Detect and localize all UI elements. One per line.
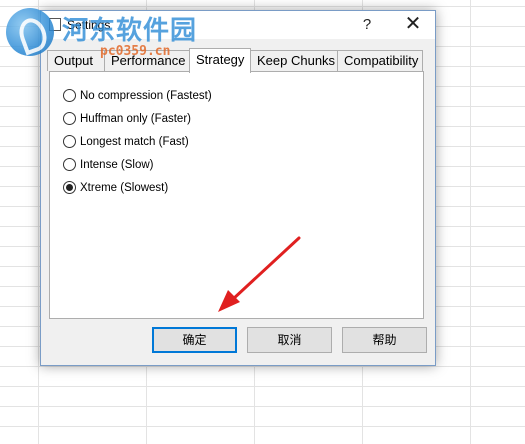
settings-dialog: Settings ? ✕ Output Performance Strategy… xyxy=(40,10,436,366)
radio-button[interactable] xyxy=(63,158,76,171)
radio-button[interactable] xyxy=(63,89,76,102)
radio-option-no-compression[interactable]: No compression (Fastest) xyxy=(63,84,212,107)
title-bar[interactable]: Settings ? ✕ xyxy=(41,11,435,39)
cancel-button[interactable]: 取消 xyxy=(247,327,332,353)
dialog-title: Settings xyxy=(67,18,111,32)
radio-button[interactable] xyxy=(63,112,76,125)
tab-strategy[interactable]: Strategy xyxy=(189,48,251,73)
help-button[interactable]: 帮助 xyxy=(342,327,427,353)
radio-label: Intense (Slow) xyxy=(80,158,154,171)
app-window-icon xyxy=(49,18,61,31)
tab-performance[interactable]: Performance xyxy=(104,50,190,71)
ok-button[interactable]: 确定 xyxy=(152,327,237,353)
title-help-button[interactable]: ? xyxy=(347,11,387,39)
radio-button[interactable] xyxy=(63,135,76,148)
tab-keep-chunks[interactable]: Keep Chunks xyxy=(250,50,338,71)
tab-output[interactable]: Output xyxy=(47,50,105,71)
radio-option-longest-match[interactable]: Longest match (Fast) xyxy=(63,130,212,153)
radio-option-intense[interactable]: Intense (Slow) xyxy=(63,153,212,176)
radio-label: Huffman only (Faster) xyxy=(80,112,191,125)
close-button[interactable]: ✕ xyxy=(393,11,433,39)
radio-label: Xtreme (Slowest) xyxy=(80,181,169,194)
tab-strip: Output Performance Strategy Keep Chunks … xyxy=(47,48,427,73)
strategy-radio-group: No compression (Fastest) Huffman only (F… xyxy=(63,84,212,199)
radio-option-xtreme[interactable]: Xtreme (Slowest) xyxy=(63,176,212,199)
radio-option-huffman-only[interactable]: Huffman only (Faster) xyxy=(63,107,212,130)
tab-compatibility[interactable]: Compatibility xyxy=(337,50,423,71)
strategy-panel: No compression (Fastest) Huffman only (F… xyxy=(49,71,424,319)
radio-button-selected[interactable] xyxy=(63,181,76,194)
radio-label: No compression (Fastest) xyxy=(80,89,212,102)
radio-label: Longest match (Fast) xyxy=(80,135,189,148)
